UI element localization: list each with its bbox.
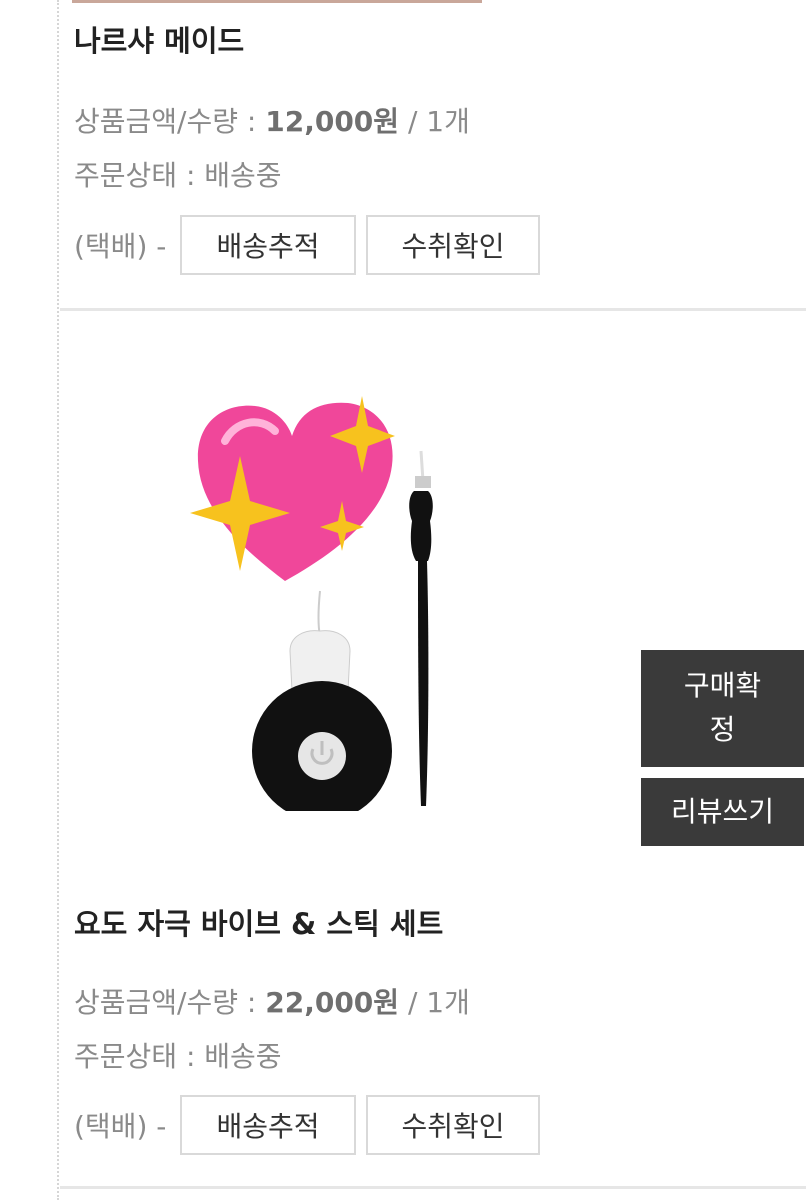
shipping-method: (택배) - bbox=[74, 230, 167, 263]
confirm-receipt-button[interactable]: 수취확인 bbox=[366, 1095, 540, 1155]
product-image[interactable] bbox=[180, 351, 510, 811]
price-quantity: 상품금액/수량 : 22,000원 / 1개 bbox=[74, 986, 470, 1019]
price-quantity: 상품금액/수량 : 12,000원 / 1개 bbox=[74, 105, 470, 138]
order-status: 주문상태 : 배송중 bbox=[74, 1040, 282, 1073]
write-review-button[interactable]: 리뷰쓰기 bbox=[641, 778, 804, 846]
product-price: 22,000원 bbox=[265, 986, 400, 1019]
product-name[interactable]: 요도 자극 바이브 & 스틱 세트 bbox=[74, 901, 443, 943]
left-divider bbox=[57, 0, 59, 1200]
product-name[interactable]: 나르샤 메이드 bbox=[74, 18, 244, 60]
confirm-receipt-button[interactable]: 수취확인 bbox=[366, 215, 540, 275]
product-price: 12,000원 bbox=[265, 105, 400, 138]
shipping-method: (택배) - bbox=[74, 1110, 167, 1143]
order-item: 나르샤 메이드 상품금액/수량 : 12,000원 / 1개 주문상태 : 배송… bbox=[60, 0, 806, 311]
status-value: 배송중 bbox=[204, 159, 282, 192]
purchase-confirm-button[interactable]: 구매확 정 bbox=[641, 650, 804, 767]
track-shipment-button[interactable]: 배송추적 bbox=[180, 215, 356, 275]
order-status: 주문상태 : 배송중 bbox=[74, 159, 282, 192]
track-shipment-button[interactable]: 배송추적 bbox=[180, 1095, 356, 1155]
status-value: 배송중 bbox=[204, 1040, 282, 1073]
